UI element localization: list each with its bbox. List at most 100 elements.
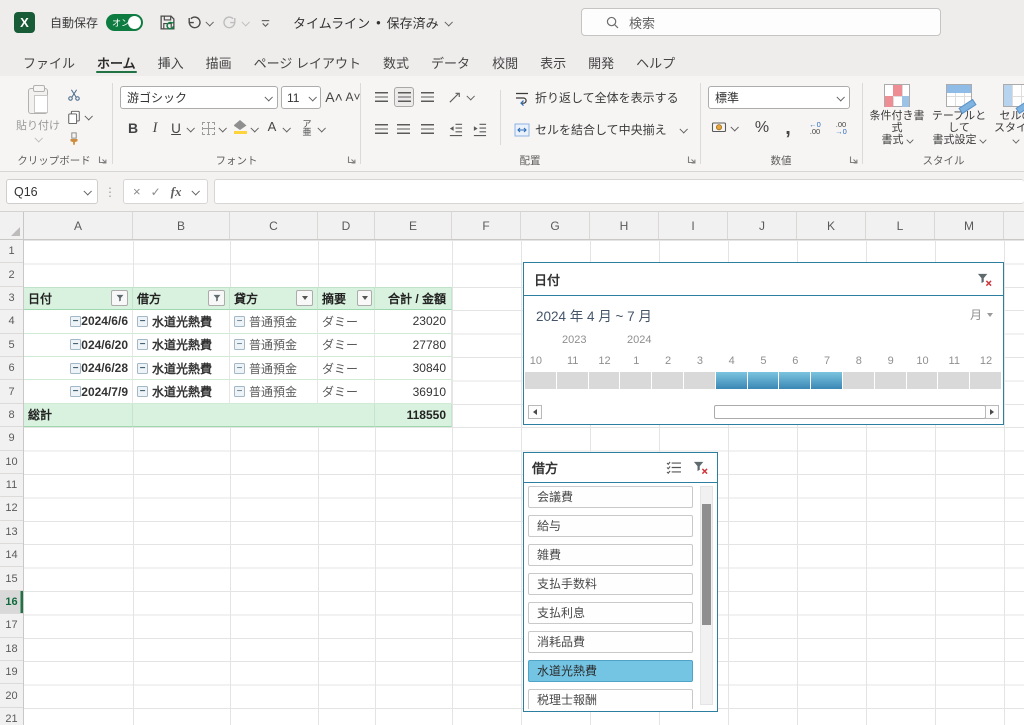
- pivot-memo-cell[interactable]: ダミー: [318, 357, 375, 380]
- collapse-icon[interactable]: −: [137, 386, 148, 397]
- slicer-item[interactable]: 会議費: [528, 486, 693, 508]
- pivot-date-cell[interactable]: −2024/6/28: [24, 357, 133, 380]
- collapse-icon[interactable]: −: [70, 363, 81, 374]
- pivot-credit-cell[interactable]: −普通預金: [230, 334, 318, 357]
- align-dialog-launcher[interactable]: [687, 155, 697, 165]
- column-header-partial[interactable]: [1004, 212, 1024, 239]
- timeline-period-dropdown[interactable]: 月: [970, 306, 993, 323]
- accounting-dropdown-icon[interactable]: [730, 123, 738, 131]
- formula-input[interactable]: [214, 179, 1024, 204]
- align-right-button[interactable]: [418, 120, 436, 138]
- column-header[interactable]: K: [797, 212, 866, 239]
- timeline-tile[interactable]: [525, 372, 556, 389]
- tab-help[interactable]: ヘルプ: [625, 45, 686, 76]
- row-header[interactable]: 8: [0, 404, 23, 427]
- comma-style-button[interactable]: [780, 118, 796, 138]
- font-name-combo[interactable]: 游ゴシック: [120, 86, 278, 109]
- top-align-button[interactable]: [372, 88, 390, 106]
- collapse-icon[interactable]: −: [70, 339, 81, 350]
- column-header[interactable]: D: [318, 212, 375, 239]
- undo-button[interactable]: [182, 10, 216, 36]
- pivot-date-cell[interactable]: −2024/6/6: [24, 310, 133, 333]
- merge-center-button[interactable]: セルを結合して中央揃え: [514, 121, 686, 138]
- scroll-left-button[interactable]: [528, 405, 542, 419]
- row-header[interactable]: 15: [0, 567, 23, 590]
- font-color-button[interactable]: [264, 118, 280, 136]
- font-dialog-launcher[interactable]: [347, 155, 357, 165]
- timeline-tile-selected[interactable]: [811, 372, 842, 389]
- tab-home[interactable]: ホーム: [86, 45, 147, 76]
- column-header[interactable]: H: [590, 212, 659, 239]
- tab-file[interactable]: ファイル: [12, 45, 86, 76]
- font-color-dropdown-icon[interactable]: [282, 124, 290, 132]
- pivot-amount-cell[interactable]: 27780: [375, 334, 452, 357]
- pivot-credit-cell[interactable]: −普通預金: [230, 357, 318, 380]
- collapse-icon[interactable]: −: [234, 316, 245, 327]
- column-header[interactable]: M: [935, 212, 1004, 239]
- row-header[interactable]: 21: [0, 708, 23, 725]
- row-header[interactable]: 14: [0, 544, 23, 567]
- align-center-button[interactable]: [394, 120, 412, 138]
- pivot-debit-cell[interactable]: −水道光熱費: [133, 357, 230, 380]
- timeline-tile[interactable]: [843, 372, 874, 389]
- pivot-amount-cell[interactable]: 30840: [375, 357, 452, 380]
- bold-button[interactable]: [124, 118, 142, 138]
- cell-styles-button[interactable]: セルのスタイル: [992, 84, 1024, 146]
- tab-formulas[interactable]: 数式: [372, 45, 420, 76]
- column-header[interactable]: C: [230, 212, 318, 239]
- pivot-memo-cell[interactable]: ダミー: [318, 310, 375, 333]
- collapse-icon[interactable]: −: [137, 363, 148, 374]
- fill-color-button[interactable]: [232, 118, 248, 136]
- column-header[interactable]: J: [728, 212, 797, 239]
- collapse-icon[interactable]: −: [234, 363, 245, 374]
- scroll-right-button[interactable]: [985, 405, 999, 419]
- clear-filter-icon[interactable]: [692, 460, 709, 475]
- enter-icon[interactable]: ✓: [151, 185, 161, 199]
- timeline-tile[interactable]: [684, 372, 715, 389]
- debit-filter-button[interactable]: [208, 290, 225, 306]
- bottom-align-button[interactable]: [418, 88, 436, 106]
- increase-decimal-button[interactable]: ←0.00: [804, 118, 826, 138]
- row-header[interactable]: 20: [0, 684, 23, 707]
- accounting-format-button[interactable]: [710, 118, 728, 136]
- decrease-decimal-button[interactable]: .00→0: [830, 118, 852, 138]
- name-box[interactable]: Q16: [6, 179, 98, 204]
- row-header[interactable]: 1: [0, 240, 23, 263]
- row-header[interactable]: 9: [0, 427, 23, 450]
- collapse-icon[interactable]: −: [70, 386, 81, 397]
- slicer-item[interactable]: 支払手数料: [528, 573, 693, 595]
- slicer-item-selected[interactable]: 水道光熱費: [528, 660, 693, 682]
- collapse-icon[interactable]: −: [137, 316, 148, 327]
- number-format-combo[interactable]: 標準: [708, 86, 850, 109]
- timeline-tile[interactable]: [620, 372, 651, 389]
- undo-dropdown-icon[interactable]: [205, 18, 213, 26]
- timeline-tile-selected[interactable]: [748, 372, 779, 389]
- format-as-table-button[interactable]: テーブルとして書式設定: [928, 84, 990, 146]
- row-header[interactable]: 6: [0, 357, 23, 380]
- row-header[interactable]: 12: [0, 497, 23, 520]
- percent-style-button[interactable]: [752, 118, 772, 138]
- timeline-scrollbar[interactable]: [528, 405, 999, 419]
- collapse-icon[interactable]: −: [234, 339, 245, 350]
- slicer-item[interactable]: 支払利息: [528, 602, 693, 624]
- slicer-scrollbar[interactable]: [700, 486, 713, 705]
- timeline-tile-selected[interactable]: [779, 372, 810, 389]
- row-header[interactable]: 10: [0, 451, 23, 474]
- timeline-scroll-thumb[interactable]: [714, 405, 986, 419]
- column-header[interactable]: E: [375, 212, 452, 239]
- slicer-item[interactable]: 消耗品費: [528, 631, 693, 653]
- row-header[interactable]: 17: [0, 614, 23, 637]
- row-header[interactable]: 5: [0, 334, 23, 357]
- pivot-credit-cell[interactable]: −普通預金: [230, 380, 318, 403]
- excel-app-icon[interactable]: X: [14, 12, 35, 33]
- align-left-button[interactable]: [372, 120, 390, 138]
- credit-dropdown-button[interactable]: [296, 290, 313, 306]
- pivot-memo-cell[interactable]: ダミー: [318, 380, 375, 403]
- orientation-dropdown-icon[interactable]: [466, 92, 474, 100]
- middle-align-button[interactable]: [394, 87, 414, 107]
- paste-button[interactable]: 貼り付け: [16, 86, 60, 144]
- copy-button[interactable]: [62, 108, 96, 126]
- debit-slicer[interactable]: 借方 会議費 給与 雑費 支払手数料 支払利息 消耗品費 水道光熱費 税理士報酬: [523, 452, 718, 712]
- phonetic-dropdown-icon[interactable]: [317, 124, 325, 132]
- timeline-slicer[interactable]: 日付 2024 年 4 月 ~ 7 月 月 2023 2024 10 11 12…: [523, 262, 1004, 425]
